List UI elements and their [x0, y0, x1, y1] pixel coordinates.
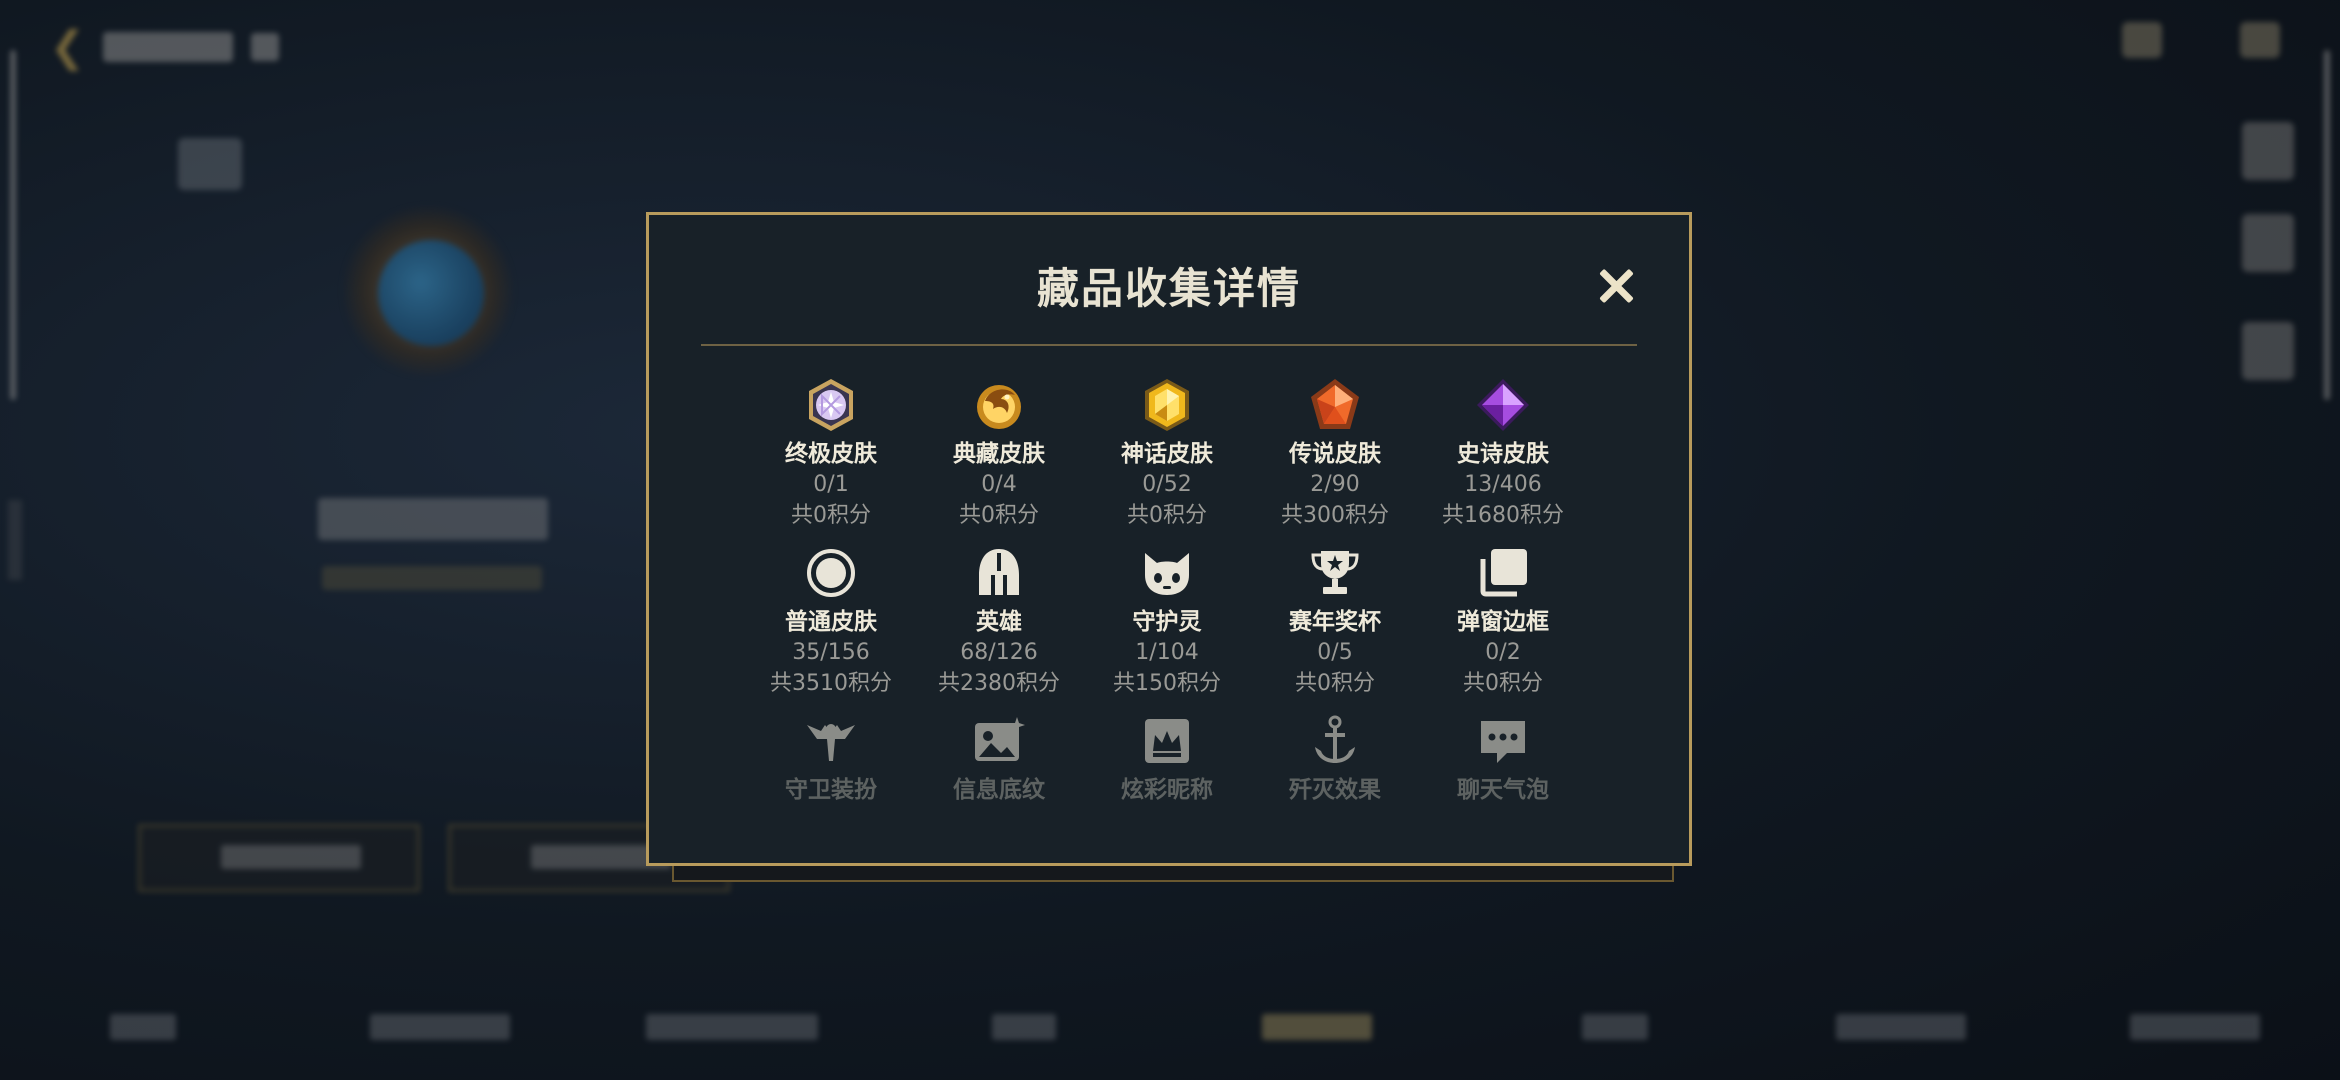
back-navigation[interactable]: ❮: [50, 22, 280, 71]
vertical-id-text: [8, 500, 22, 580]
legendary-gem-icon: [1311, 379, 1359, 429]
category-points: 共3510积分: [770, 671, 892, 696]
bottom-tab-3[interactable]: [646, 1014, 818, 1040]
mail-icon[interactable]: [2122, 22, 2162, 58]
category-epic-skin[interactable]: 史诗皮肤 13/406 共1680积分: [1419, 377, 1587, 533]
category-label: 典藏皮肤: [953, 441, 1045, 467]
category-points: 共0积分: [1295, 671, 1375, 696]
category-annual-trophy[interactable]: 赛年奖杯 0/5 共0积分: [1251, 545, 1419, 701]
trophy-icon: [1311, 551, 1359, 594]
category-label: 弹窗边框: [1457, 609, 1549, 635]
side-icon-3[interactable]: [2242, 322, 2294, 380]
category-label: 守护灵: [1132, 609, 1202, 635]
ultimate-gem-icon: [809, 379, 853, 431]
category-kill-effect[interactable]: 歼灭效果: [1251, 713, 1419, 869]
category-count: 0/2: [1485, 640, 1521, 665]
category-count: 0/52: [1142, 472, 1192, 497]
bottom-tab-6[interactable]: [1582, 1014, 1648, 1040]
hero-helmet-icon: [979, 549, 1019, 595]
player-subtitle-blurred: [322, 566, 542, 590]
category-label: 赛年奖杯: [1289, 609, 1381, 635]
category-chat-bubble[interactable]: 聊天气泡: [1419, 713, 1587, 869]
epic-gem-icon: [1477, 379, 1529, 431]
category-count: 35/156: [792, 640, 870, 665]
category-guardian[interactable]: 守护灵 1/104 共150积分: [1083, 545, 1251, 701]
category-label: 传说皮肤: [1289, 441, 1381, 467]
side-icon-2[interactable]: [2242, 214, 2294, 272]
category-count: 68/126: [960, 640, 1038, 665]
category-colorful-nickname[interactable]: 炫彩昵称: [1083, 713, 1251, 869]
category-count: 1/104: [1135, 640, 1199, 665]
category-points: 共1680积分: [1442, 503, 1564, 528]
avatar[interactable]: [378, 240, 484, 346]
category-count: 0/1: [813, 472, 849, 497]
side-icon-1[interactable]: [2242, 122, 2294, 180]
settings-icon[interactable]: [2240, 22, 2280, 58]
category-points: 共300积分: [1281, 503, 1389, 528]
chat-bubble-icon: [1481, 721, 1525, 763]
category-count: 0/5: [1317, 640, 1353, 665]
category-label: 守卫装扮: [785, 777, 877, 803]
category-count: 2/90: [1310, 472, 1360, 497]
treasure-dragon-icon: [977, 385, 1021, 429]
category-mythic-skin[interactable]: 神话皮肤 0/52 共0积分: [1083, 377, 1251, 533]
category-count: 0/4: [981, 472, 1017, 497]
category-label: 炫彩昵称: [1121, 777, 1213, 803]
category-points: 共2380积分: [938, 671, 1060, 696]
category-label: 神话皮肤: [1121, 441, 1213, 467]
category-count: 13/406: [1464, 472, 1542, 497]
rank-badge: [178, 138, 242, 190]
category-label: 信息底纹: [953, 777, 1045, 803]
colorful-nickname-icon: [1145, 719, 1189, 763]
category-points: 共0积分: [1127, 503, 1207, 528]
kill-effect-icon: [1315, 715, 1355, 763]
category-ultimate-skin[interactable]: 终极皮肤 0/1 共0积分: [747, 377, 915, 533]
left-edge-bar: [10, 50, 16, 400]
bottom-tab-bar: [0, 1000, 2340, 1050]
mythic-gem-icon: [1145, 379, 1189, 431]
guardian-spirit-icon: [1145, 553, 1189, 595]
bottom-tab-2[interactable]: [370, 1014, 510, 1040]
bottom-tab-1[interactable]: [110, 1014, 176, 1040]
right-edge-bar: [2324, 50, 2330, 400]
category-points: 共0积分: [959, 503, 1039, 528]
player-name-blurred: [318, 498, 548, 540]
bottom-tab-5-active[interactable]: [1262, 1014, 1372, 1040]
back-arrow-icon[interactable]: ❮: [50, 22, 85, 71]
category-info-card[interactable]: 信息底纹: [915, 713, 1083, 869]
info-card-icon: [975, 717, 1025, 761]
title-divider: [701, 344, 1637, 346]
bottom-tab-7[interactable]: [1836, 1014, 1966, 1040]
page-title-blurred: [103, 31, 234, 62]
category-label: 歼灭效果: [1289, 777, 1381, 803]
profile-button-1[interactable]: [138, 824, 420, 892]
modal-title: 藏品收集详情: [1036, 264, 1301, 313]
category-ward-skin[interactable]: 守卫装扮: [747, 713, 915, 869]
category-label: 聊天气泡: [1457, 777, 1549, 803]
category-label: 史诗皮肤: [1457, 441, 1549, 467]
category-hero[interactable]: 英雄 68/126 共2380积分: [915, 545, 1083, 701]
category-points: 共0积分: [1463, 671, 1543, 696]
category-points: 共0积分: [791, 503, 871, 528]
bottom-tab-8[interactable]: [2130, 1014, 2260, 1040]
category-normal-skin[interactable]: 普通皮肤 35/156 共3510积分: [747, 545, 915, 701]
collection-grid: 终极皮肤 0/1 共0积分 典藏皮肤 0/4 共0积分 神话皮肤 0/52 共0…: [747, 377, 1587, 869]
category-points: 共150积分: [1113, 671, 1221, 696]
bottom-tab-4[interactable]: [992, 1014, 1056, 1040]
popup-frame-icon: [1480, 549, 1527, 597]
category-label: 普通皮肤: [785, 609, 877, 635]
category-legendary-skin[interactable]: 传说皮肤 2/90 共300积分: [1251, 377, 1419, 533]
category-treasure-skin[interactable]: 典藏皮肤 0/4 共0积分: [915, 377, 1083, 533]
category-label: 终极皮肤: [785, 441, 877, 467]
collection-details-modal: 藏品收集详情 终极皮肤 0/1 共0积分 典藏皮肤 0/4 共0积分 神话皮肤 …: [646, 212, 1692, 866]
info-icon[interactable]: [251, 32, 280, 61]
category-label: 英雄: [976, 609, 1022, 635]
category-popup-frame[interactable]: 弹窗边框 0/2 共0积分: [1419, 545, 1587, 701]
close-icon[interactable]: [1593, 263, 1639, 309]
normal-skin-icon: [807, 549, 855, 597]
ward-skin-icon: [807, 724, 855, 761]
